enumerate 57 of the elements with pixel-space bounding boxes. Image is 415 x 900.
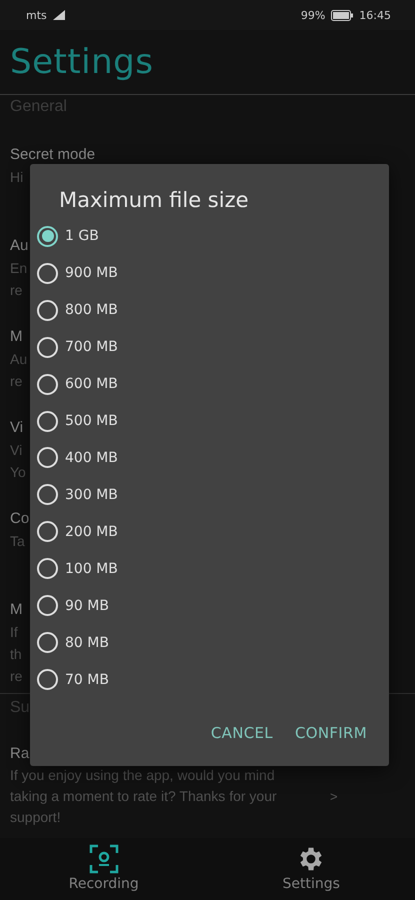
page-title: Settings	[10, 42, 154, 82]
radio-button[interactable]	[37, 521, 58, 542]
setting-description: En	[10, 259, 28, 278]
radio-button[interactable]	[37, 447, 58, 468]
setting-description: If	[10, 623, 18, 642]
option-label[interactable]: 70 MB	[65, 672, 109, 688]
chevron-icon: >	[330, 789, 338, 804]
setting-description: re	[10, 281, 22, 300]
radio-button[interactable]	[37, 484, 58, 506]
radio-button[interactable]	[37, 300, 58, 321]
radio-button[interactable]	[37, 226, 58, 247]
setting-title: Ra	[10, 744, 30, 764]
option-label[interactable]: 900 MB	[65, 265, 118, 282]
setting-title: M	[10, 327, 22, 347]
option-label[interactable]: 1 GB	[65, 228, 99, 244]
radio-button[interactable]	[37, 336, 58, 358]
setting-description: Vi	[10, 441, 22, 460]
option-label[interactable]: 80 MB	[65, 634, 109, 651]
dialog-title: Maximum file size	[58, 187, 249, 214]
setting-description: re	[10, 372, 22, 391]
radio-button[interactable]	[37, 632, 58, 654]
setting-description: Yo	[10, 463, 26, 482]
setting-description: Hi	[10, 168, 24, 187]
option-label[interactable]: 800 MB	[65, 302, 118, 318]
setting-title: Co	[10, 509, 30, 529]
setting-description: Au	[10, 350, 28, 369]
option-label[interactable]: 90 MB	[65, 598, 109, 614]
setting-title: Secret mode	[10, 145, 96, 165]
setting-description: If you enjoy using the app, would you mind taking a moment to rate it? Thanks for your support!	[10, 766, 278, 827]
clock: 16:45	[359, 8, 391, 22]
battery-icon	[331, 10, 354, 20]
battery-percent: 99%	[300, 8, 326, 22]
radio-button[interactable]	[37, 410, 58, 432]
option-label[interactable]: 300 MB	[65, 486, 118, 503]
setting-title: Au	[10, 236, 28, 256]
radio-button[interactable]	[37, 262, 58, 284]
setting-description: re	[10, 667, 22, 686]
radio-button[interactable]	[37, 374, 58, 395]
option-label[interactable]: 200 MB	[65, 524, 118, 540]
option-label[interactable]: 700 MB	[65, 339, 118, 356]
radio-button[interactable]	[37, 669, 58, 690]
radio-button[interactable]	[37, 595, 58, 616]
option-label[interactable]: 500 MB	[65, 413, 118, 430]
option-label[interactable]: 400 MB	[65, 450, 118, 466]
option-label[interactable]: 600 MB	[65, 376, 118, 392]
setting-description: th	[10, 645, 22, 664]
confirm-button[interactable]: CONFIRM	[286, 716, 375, 750]
setting-title: Vi	[10, 418, 24, 438]
setting-title: M	[10, 600, 22, 620]
nav-tab[interactable]: Settings	[208, 838, 415, 900]
carrier-label: mts	[26, 8, 47, 22]
option-label[interactable]: 100 MB	[65, 560, 118, 577]
setting-description: Ta	[10, 532, 25, 551]
radio-button[interactable]	[37, 558, 58, 580]
signal-icon	[52, 10, 65, 20]
nav-tab[interactable]: Recording	[0, 838, 208, 900]
cancel-button[interactable]: CANCEL	[202, 716, 281, 750]
